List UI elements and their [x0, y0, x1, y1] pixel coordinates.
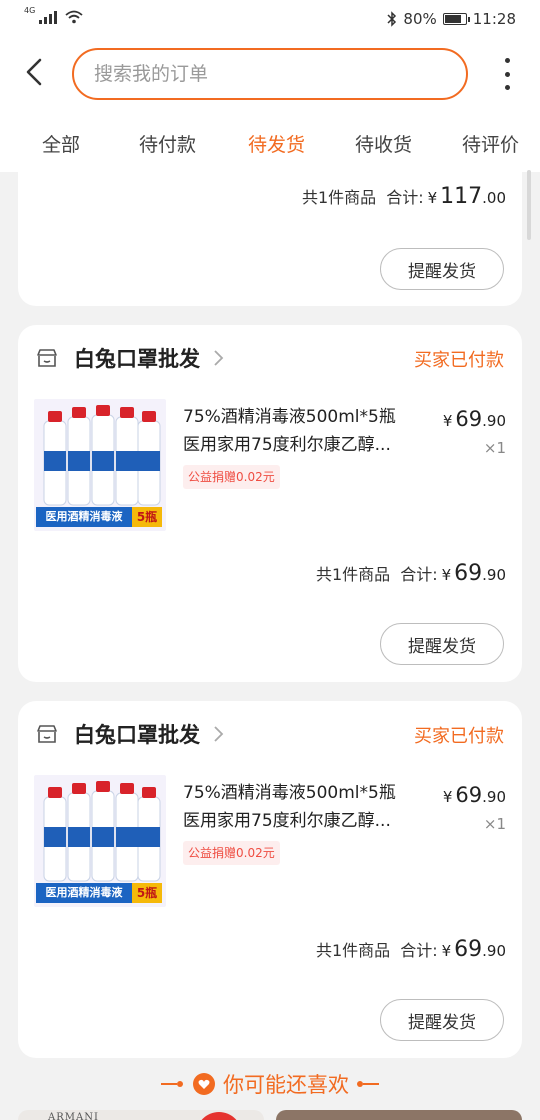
- tab-pending-shipment[interactable]: 待发货: [248, 130, 305, 157]
- total-label: 合计:: [400, 941, 438, 960]
- order-total: 共1件商品 合计: ¥69.90: [316, 937, 506, 962]
- thumbnail-label: 医用酒精消毒液: [36, 507, 132, 527]
- order-status: 买家已付款: [414, 726, 504, 747]
- product-thumbnail[interactable]: 医用酒精消毒液 5瓶: [34, 399, 166, 531]
- quantity: ×1: [483, 439, 506, 457]
- shop-header[interactable]: 白兔口罩批发: [36, 719, 224, 749]
- chevron-right-icon: [214, 350, 224, 366]
- store-icon: [37, 349, 57, 367]
- status-bar: 4G 80% 11:28: [0, 0, 540, 40]
- scrollbar[interactable]: [527, 170, 531, 240]
- unit-price: ¥69.90: [442, 783, 506, 807]
- recommend-left-decoration: [161, 1081, 183, 1087]
- total-price: ¥69.90: [441, 561, 506, 586]
- total-price: ¥69.90: [441, 937, 506, 962]
- item-count: 共1件商品: [316, 941, 391, 960]
- order-total: 共1件商品 合计: ¥117.00: [302, 184, 506, 209]
- wifi-icon: [65, 10, 83, 24]
- remind-shipment-button[interactable]: 提醒发货: [380, 248, 504, 290]
- recommend-title: 你可能还喜欢: [223, 1073, 349, 1097]
- remind-shipment-button[interactable]: 提醒发货: [380, 999, 504, 1041]
- item-count: 共1件商品: [302, 188, 377, 207]
- unit-price: ¥69.90: [442, 407, 506, 431]
- item-count: 共1件商品: [316, 565, 391, 584]
- order-card: 白兔口罩批发 买家已付款 医用酒精消毒液 5瓶 75%酒精消毒液500ml*5瓶…: [18, 701, 522, 1058]
- product-title-line: 医用家用75度利尔康乙醇...: [183, 811, 391, 831]
- clock: 11:28: [472, 10, 516, 28]
- total-label: 合计:: [386, 188, 424, 207]
- recommend-item[interactable]: ARMANI: [18, 1110, 264, 1120]
- more-dot-icon: [504, 85, 510, 90]
- recommend-item[interactable]: [276, 1110, 522, 1120]
- charity-badge: 公益捐赠0.02元: [183, 841, 280, 865]
- order-card: 白兔口罩批发 买家已付款 医用酒精消毒液 5瓶 75%酒精消毒液500ml*5瓶…: [18, 325, 522, 682]
- product-title[interactable]: 75%酒精消毒液500ml*5瓶 医用家用75度利尔康乙醇...: [183, 403, 427, 459]
- shop-name[interactable]: 白兔口罩批发: [74, 343, 200, 373]
- product-title-line: 75%酒精消毒液500ml*5瓶: [183, 407, 396, 427]
- recommend-right-decoration: [357, 1081, 379, 1087]
- shop-header[interactable]: 白兔口罩批发: [36, 343, 224, 373]
- product-title-line: 75%酒精消毒液500ml*5瓶: [183, 783, 396, 803]
- signal-icon: [39, 10, 58, 24]
- back-arrow-icon: [26, 58, 42, 86]
- remind-shipment-button[interactable]: 提醒发货: [380, 623, 504, 665]
- quantity: ×1: [483, 815, 506, 833]
- charity-badge: 公益捐赠0.02元: [183, 465, 280, 489]
- store-icon: [37, 725, 57, 743]
- recommend-badge: [196, 1112, 242, 1120]
- more-options-button[interactable]: [500, 58, 514, 90]
- product-thumbnail[interactable]: 医用酒精消毒液 5瓶: [34, 775, 166, 907]
- shop-name[interactable]: 白兔口罩批发: [74, 719, 200, 749]
- thumbnail-label: 医用酒精消毒液: [36, 883, 132, 903]
- search-box[interactable]: [72, 48, 468, 100]
- total-price: ¥117.00: [427, 184, 506, 209]
- order-card: 共1件商品 合计: ¥117.00 提醒发货: [18, 160, 522, 306]
- bluetooth-icon: [387, 11, 397, 27]
- thumbnail-count-badge: 5瓶: [132, 507, 162, 527]
- recommend-header: 你可能还喜欢: [0, 1066, 540, 1102]
- status-right: 80% 11:28: [387, 10, 516, 28]
- product-title-line: 医用家用75度利尔康乙醇...: [183, 435, 391, 455]
- order-status: 买家已付款: [414, 350, 504, 371]
- back-button[interactable]: [16, 54, 52, 90]
- status-left: 4G: [24, 6, 83, 24]
- more-dot-icon: [504, 71, 510, 77]
- network-type: 4G: [24, 6, 36, 15]
- more-dot-icon: [504, 58, 510, 63]
- tab-all[interactable]: 全部: [42, 130, 80, 157]
- heart-icon: [193, 1073, 215, 1095]
- order-total: 共1件商品 合计: ¥69.90: [316, 561, 506, 586]
- search-input[interactable]: [94, 63, 434, 85]
- thumbnail-count-badge: 5瓶: [132, 883, 162, 903]
- battery-percent: 80%: [403, 10, 437, 28]
- recommend-brand-text: ARMANI: [48, 1112, 99, 1120]
- tab-pending-payment[interactable]: 待付款: [139, 130, 196, 157]
- battery-icon: [442, 13, 470, 25]
- tab-pending-receipt[interactable]: 待收货: [355, 130, 412, 157]
- product-title[interactable]: 75%酒精消毒液500ml*5瓶 医用家用75度利尔康乙醇...: [183, 779, 427, 835]
- header: [0, 40, 540, 110]
- tab-pending-review[interactable]: 待评价: [462, 130, 519, 157]
- chevron-right-icon: [214, 726, 224, 742]
- total-label: 合计:: [400, 565, 438, 584]
